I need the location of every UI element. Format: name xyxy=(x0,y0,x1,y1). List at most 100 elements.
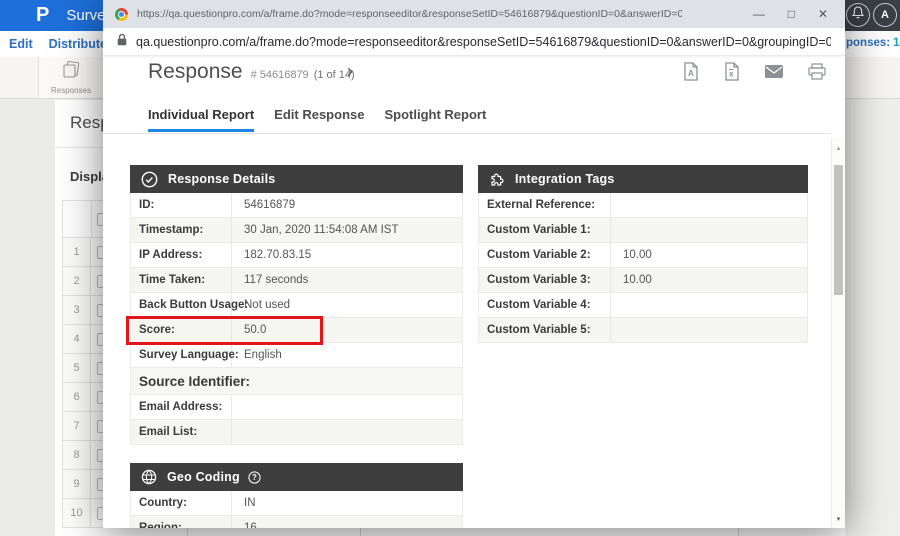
table-row: Survey Language: English xyxy=(130,343,463,368)
row-value: 30 Jan, 2020 11:54:08 AM IST xyxy=(232,218,462,242)
response-id: # 54616879 xyxy=(251,69,309,81)
window-title-url: https://qa.questionpro.com/a/frame.do?mo… xyxy=(137,8,682,20)
row-label: Time Taken: xyxy=(131,268,232,292)
row-number: 4 xyxy=(63,325,91,353)
notifications-button[interactable] xyxy=(846,3,870,27)
row-label: Custom Variable 5: xyxy=(479,318,611,342)
table-row: Custom Variable 3: 10.00 xyxy=(478,268,808,293)
table-row: IP Address: 182.70.83.15 xyxy=(130,243,463,268)
print-icon[interactable] xyxy=(808,63,826,85)
scroll-down-arrow[interactable]: ▾ xyxy=(832,515,845,523)
bell-icon xyxy=(852,6,864,24)
email-icon[interactable] xyxy=(765,65,783,83)
response-header: Response # 54616879 (1 of 14) xyxy=(148,60,355,84)
row-value xyxy=(611,218,807,242)
toolbar-item-label: Responses xyxy=(51,86,91,95)
row-label: Survey Language: xyxy=(131,343,232,367)
row-number: 9 xyxy=(63,470,91,498)
source-identifier-table: Email Address: Email List: xyxy=(130,395,463,445)
row-value: 10.00 xyxy=(611,268,807,292)
responses-count-value: 14 xyxy=(893,37,900,49)
row-label: Custom Variable 2: xyxy=(479,243,611,267)
table-row: Region: 16 xyxy=(130,516,463,528)
row-label: ID: xyxy=(131,193,232,217)
excel-export-icon[interactable]: x xyxy=(724,62,740,86)
modal-scrollbar[interactable]: ▴ ▾ xyxy=(831,138,845,528)
questionpro-logo: P xyxy=(36,4,49,27)
integration-tags-table: External Reference: Custom Variable 1: C… xyxy=(478,193,808,343)
source-identifier-header: Source Identifier: xyxy=(130,368,463,395)
row-label: Country: xyxy=(131,491,232,515)
divider xyxy=(187,528,188,536)
row-value: 10.00 xyxy=(611,243,807,267)
row-number: 6 xyxy=(63,383,91,411)
globe-icon xyxy=(141,469,157,485)
help-icon[interactable]: ? xyxy=(248,471,261,484)
integration-tags-header: Integration Tags xyxy=(478,165,808,193)
row-number: 5 xyxy=(63,354,91,382)
table-row: Email List: xyxy=(130,420,463,445)
table-row: ID: 54616879 xyxy=(130,193,463,218)
row-number: 1 xyxy=(63,238,91,266)
menu-item[interactable]: Edit xyxy=(9,37,33,51)
row-label: Timestamp: xyxy=(131,218,232,242)
row-value xyxy=(611,193,807,217)
pdf-export-icon[interactable]: A xyxy=(683,62,699,86)
report-tabs: Individual Report Edit Response Spotlight … xyxy=(103,104,831,134)
menu-item[interactable]: Distribute xyxy=(49,37,107,51)
address-bar[interactable]: qa.questionpro.com/a/frame.do?mode=respo… xyxy=(103,28,845,56)
export-actions: A x xyxy=(683,62,826,86)
row-value xyxy=(232,395,462,419)
row-value: 16 xyxy=(232,516,462,528)
row-value: English xyxy=(232,343,462,367)
scrollbar-thumb[interactable] xyxy=(834,165,843,295)
row-number: 2 xyxy=(63,267,91,295)
row-label: Region: xyxy=(131,516,232,528)
divider xyxy=(91,201,92,237)
row-value: 54616879 xyxy=(232,193,462,217)
table-row: Email Address: xyxy=(130,395,463,420)
avatar[interactable]: A xyxy=(873,3,897,27)
scroll-up-arrow[interactable]: ▴ xyxy=(832,144,845,152)
next-response-button[interactable]: › xyxy=(347,61,353,82)
table-row: Custom Variable 4: xyxy=(478,293,808,318)
response-title: Response xyxy=(148,60,243,84)
responses-pages-icon xyxy=(59,60,83,85)
table-row: Custom Variable 2: 10.00 xyxy=(478,243,808,268)
row-label: Email Address: xyxy=(131,395,232,419)
puzzle-icon xyxy=(489,171,505,187)
window-controls: — □ ✕ xyxy=(753,8,833,20)
geo-coding-header: Geo Coding ? xyxy=(130,463,463,491)
row-number: 7 xyxy=(63,412,91,440)
svg-text:A: A xyxy=(688,69,694,78)
row-value: 117 seconds xyxy=(232,268,462,292)
row-value: IN xyxy=(232,491,462,515)
table-row: Timestamp: 30 Jan, 2020 11:54:08 AM IST xyxy=(130,218,463,243)
tab[interactable]: Edit Response xyxy=(274,107,364,132)
row-label: IP Address: xyxy=(131,243,232,267)
svg-text:?: ? xyxy=(252,473,257,482)
close-button[interactable]: ✕ xyxy=(818,8,828,20)
table-row: Custom Variable 1: xyxy=(478,218,808,243)
table-row: Back Button Usage: Not used xyxy=(130,293,463,318)
window-titlebar[interactable]: https://qa.questionpro.com/a/frame.do?mo… xyxy=(103,0,845,28)
panel-title: Response Details xyxy=(168,172,275,186)
row-label: Custom Variable 3: xyxy=(479,268,611,292)
row-label: Custom Variable 1: xyxy=(479,218,611,242)
minimize-button[interactable]: — xyxy=(753,8,765,20)
app-menu-items: Edit Distribute xyxy=(9,31,107,57)
row-label: Custom Variable 4: xyxy=(479,293,611,317)
row-value: 182.70.83.15 xyxy=(232,243,462,267)
lock-icon xyxy=(117,33,127,51)
row-value: Not used xyxy=(232,293,462,317)
maximize-button[interactable]: □ xyxy=(788,8,795,20)
row-number: 10 xyxy=(63,499,91,527)
toolbar-item-responses[interactable]: Responses xyxy=(38,57,104,98)
geo-coding-table: Country: IN Region: 16 xyxy=(130,491,463,528)
chrome-icon xyxy=(115,8,128,21)
table-row: Custom Variable 5: xyxy=(478,318,808,343)
tab[interactable]: Spotlight Report xyxy=(384,107,486,132)
tab[interactable]: Individual Report xyxy=(148,107,254,132)
response-details-table: ID: 54616879 Timestamp: 30 Jan, 2020 11:… xyxy=(130,193,463,368)
table-row: Score: 50.0 xyxy=(130,318,463,343)
